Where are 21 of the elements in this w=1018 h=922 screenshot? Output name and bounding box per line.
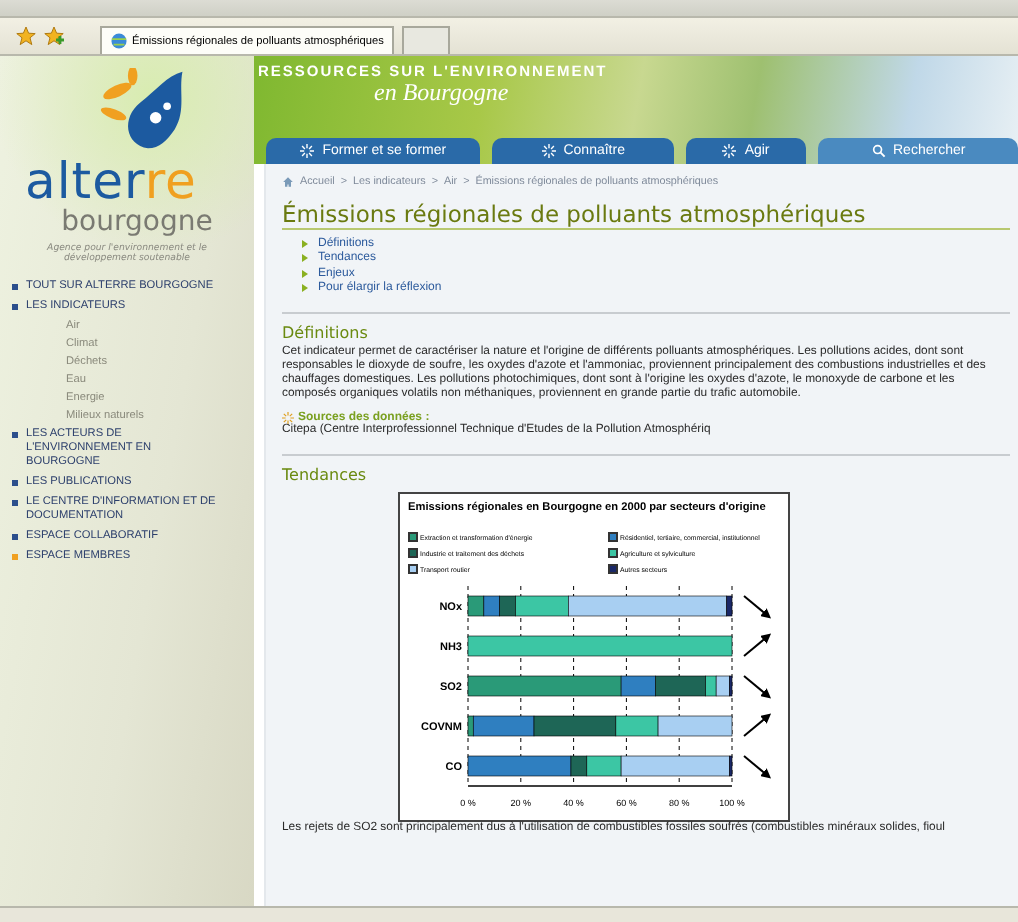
bullet-icon	[302, 284, 308, 293]
section-heading: Définitions	[282, 324, 370, 342]
logo-wordmark: alterre	[25, 156, 197, 208]
home-icon[interactable]	[282, 175, 294, 187]
page-title: Émissions régionales de polluants atmosphériques	[282, 200, 1010, 230]
search-icon	[871, 144, 885, 158]
star-plus-icon[interactable]	[44, 26, 64, 46]
bullet-icon	[302, 254, 308, 263]
banner-subtitle: en Bourgogne	[372, 80, 511, 104]
bullet-icon	[302, 269, 308, 278]
section-heading: Tendances	[282, 466, 369, 484]
logo-region: bourgogne	[61, 208, 213, 238]
sparkle-icon	[722, 144, 737, 158]
bar-segment	[483, 595, 500, 617]
globe-icon	[110, 32, 128, 50]
sparkle-icon	[300, 144, 315, 158]
sparkle-icon	[282, 412, 294, 424]
browser-tab[interactable]	[402, 26, 450, 54]
star-icon[interactable]	[16, 26, 36, 46]
sparkle-icon	[541, 144, 556, 158]
bullet-icon	[302, 239, 308, 248]
